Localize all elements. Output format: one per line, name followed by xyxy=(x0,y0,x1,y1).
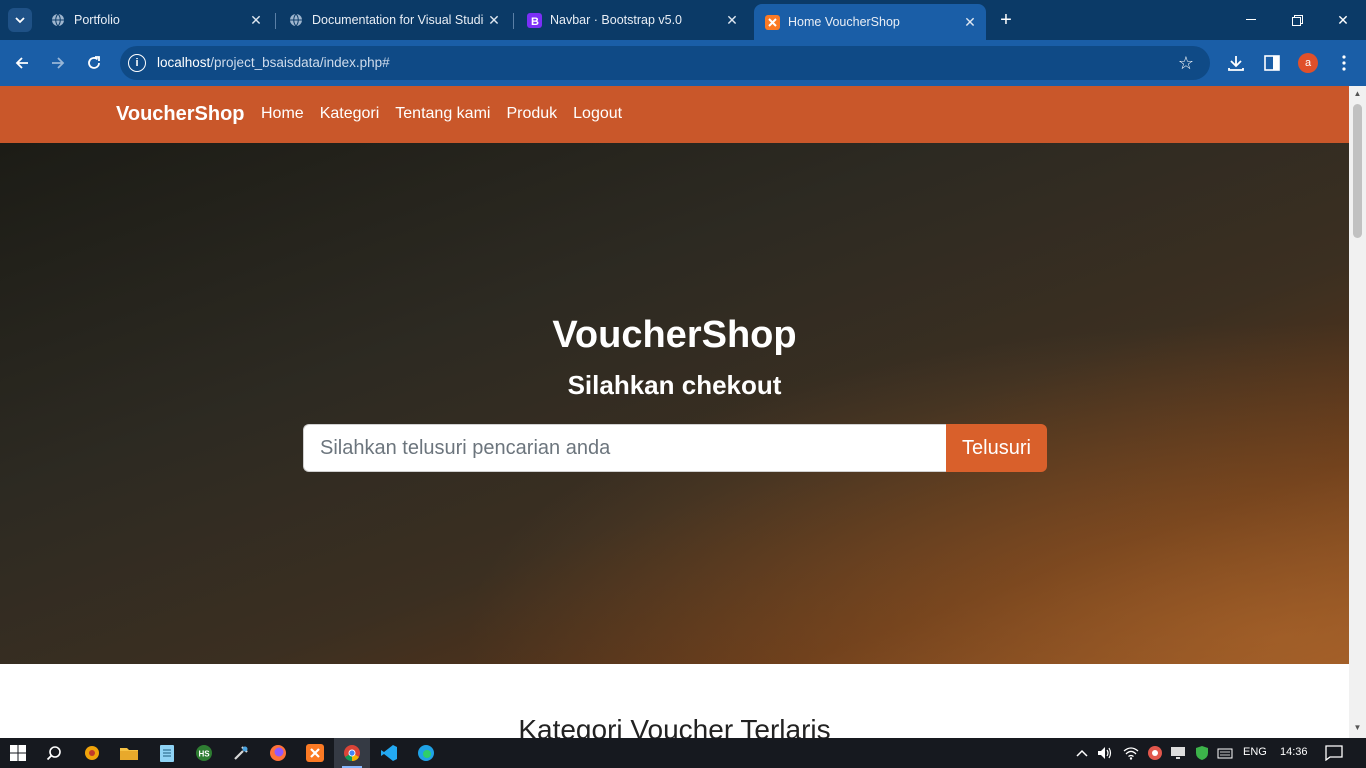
scroll-up-arrow-icon[interactable]: ▲ xyxy=(1353,90,1362,98)
notepad-icon[interactable] xyxy=(157,743,177,763)
tab-separator xyxy=(513,13,514,29)
menu-kebab-icon[interactable] xyxy=(1332,51,1356,75)
browser-tab-strip: Portfolio ✕ Documentation for Visual Stu… xyxy=(0,0,1366,40)
nav-link-logout[interactable]: Logout xyxy=(573,105,622,123)
page-viewport: VoucherShop Home Kategori Tentang kami P… xyxy=(0,86,1349,738)
file-explorer-icon[interactable] xyxy=(119,743,139,763)
search-icon[interactable] xyxy=(44,743,64,763)
side-panel-icon[interactable] xyxy=(1260,51,1284,75)
tab-title: Navbar · Bootstrap v5.0 xyxy=(550,13,683,27)
site-info-icon[interactable]: i xyxy=(128,54,146,72)
wifi-icon[interactable] xyxy=(1121,743,1141,763)
nav-link-kategori[interactable]: Kategori xyxy=(320,105,380,123)
windows-start-icon[interactable] xyxy=(8,743,28,763)
chrome-icon[interactable] xyxy=(342,743,362,763)
windows-taskbar: HS ENG 14:36 xyxy=(0,738,1366,768)
navbar-links: Home Kategori Tentang kami Produk Logout xyxy=(261,105,622,123)
tab-title: Documentation for Visual Studio xyxy=(312,13,484,27)
volume-icon[interactable] xyxy=(1095,743,1115,763)
scroll-thumb[interactable] xyxy=(1353,104,1362,238)
nav-link-produk[interactable]: Produk xyxy=(506,105,557,123)
search-form: Telusuri xyxy=(303,424,1047,472)
forward-icon[interactable] xyxy=(46,51,70,75)
globe-icon xyxy=(50,12,66,28)
address-bar[interactable]: i localhost/project_bsaisdata/index.php#… xyxy=(120,46,1210,80)
vscode-icon[interactable] xyxy=(379,743,399,763)
reload-icon[interactable] xyxy=(82,51,106,75)
bookmark-star-icon[interactable]: ☆ xyxy=(1178,53,1194,74)
navbar-brand[interactable]: VoucherShop xyxy=(116,103,245,126)
search-input[interactable] xyxy=(303,424,946,472)
keyboard-layout-icon[interactable] xyxy=(1215,743,1235,763)
hero-banner: VoucherShop Silahkan chekout Telusuri xyxy=(0,143,1349,664)
tab-separator xyxy=(275,13,276,29)
globe-icon xyxy=(288,12,304,28)
browser-tab-bootstrap[interactable]: B Navbar · Bootstrap v5.0 ✕ xyxy=(516,4,748,36)
scroll-down-arrow-icon[interactable]: ▼ xyxy=(1353,724,1362,732)
site-navbar: VoucherShop Home Kategori Tentang kami P… xyxy=(0,86,1349,143)
tab-title: Home VoucherShop xyxy=(788,15,900,29)
notification-icon[interactable] xyxy=(1324,743,1344,763)
bootstrap-logo-icon: B xyxy=(526,12,542,28)
close-tab-icon[interactable]: ✕ xyxy=(246,10,266,30)
back-icon[interactable] xyxy=(10,51,34,75)
app-tool-icon[interactable] xyxy=(231,743,251,763)
restore-icon[interactable] xyxy=(1274,0,1320,40)
close-tab-icon[interactable]: ✕ xyxy=(722,10,742,30)
hero-subtitle: Silahkan chekout xyxy=(567,370,782,400)
close-window-icon[interactable]: ✕ xyxy=(1320,0,1366,40)
language-indicator[interactable]: ENG xyxy=(1243,746,1267,758)
edge-icon[interactable] xyxy=(416,743,436,763)
tray-app-icon[interactable] xyxy=(1145,743,1165,763)
browser-tab-portfolio[interactable]: Portfolio ✕ xyxy=(40,4,272,36)
page-scrollbar[interactable]: ▲ ▼ xyxy=(1349,86,1366,738)
clock-time[interactable]: 14:36 xyxy=(1280,746,1308,758)
new-tab-icon[interactable]: + xyxy=(994,8,1018,32)
minimize-icon[interactable] xyxy=(1228,0,1274,40)
xampp-icon[interactable] xyxy=(305,743,325,763)
url-path: /project_bsaisdata/index.php# xyxy=(210,55,390,70)
tab-search-dropdown-icon[interactable] xyxy=(8,8,32,32)
browser-toolbar: i localhost/project_bsaisdata/index.php#… xyxy=(0,40,1366,86)
app-hs-icon[interactable]: HS xyxy=(194,743,214,763)
chevron-up-icon[interactable] xyxy=(1072,743,1092,763)
section-title: Kategori Voucher Terlaris xyxy=(518,714,831,738)
svg-text:HS: HS xyxy=(199,750,211,759)
app-sun-icon[interactable] xyxy=(82,743,102,763)
security-shield-icon[interactable] xyxy=(1192,743,1212,763)
svg-text:B: B xyxy=(531,16,539,28)
close-tab-icon[interactable]: ✕ xyxy=(484,10,504,30)
close-tab-icon[interactable]: ✕ xyxy=(960,12,980,32)
profile-avatar[interactable]: a xyxy=(1298,53,1318,73)
browser-tab-home-vouchershop[interactable]: Home VoucherShop ✕ xyxy=(754,4,986,40)
tab-title: Portfolio xyxy=(74,13,120,27)
xampp-logo-icon xyxy=(764,14,780,30)
browser-tab-documentation[interactable]: Documentation for Visual Studio ✕ xyxy=(278,4,510,36)
hero-title: VoucherShop xyxy=(552,314,797,356)
hero-background xyxy=(0,143,1349,664)
tray-monitor-icon[interactable] xyxy=(1168,743,1188,763)
download-icon[interactable] xyxy=(1224,51,1248,75)
nav-link-home[interactable]: Home xyxy=(261,105,304,123)
nav-link-tentang-kami[interactable]: Tentang kami xyxy=(395,105,490,123)
search-button[interactable]: Telusuri xyxy=(946,424,1047,472)
url-text[interactable]: localhost/project_bsaisdata/index.php# xyxy=(157,55,390,70)
firefox-icon[interactable] xyxy=(268,743,288,763)
url-host: localhost xyxy=(157,55,211,70)
